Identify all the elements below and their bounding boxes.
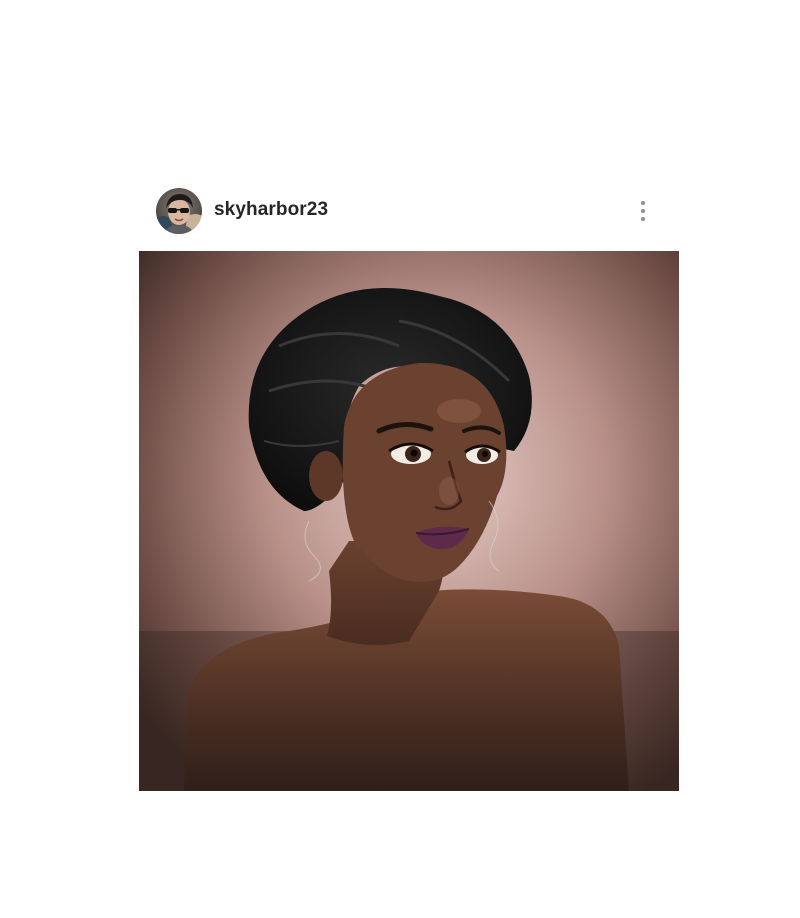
username-link[interactable]: skyharbor23 bbox=[214, 199, 328, 221]
profile-avatar[interactable] bbox=[156, 188, 202, 234]
avatar-image bbox=[156, 188, 202, 234]
post-card: skyharbor23 bbox=[139, 180, 679, 791]
more-options-button[interactable] bbox=[635, 196, 651, 226]
post-image[interactable] bbox=[139, 251, 679, 791]
page: skyharbor23 bbox=[0, 0, 800, 918]
portrait-artwork bbox=[139, 251, 679, 791]
more-dot bbox=[641, 217, 645, 221]
more-options-icon bbox=[641, 201, 645, 205]
more-dot bbox=[641, 209, 645, 213]
post-header: skyharbor23 bbox=[139, 180, 679, 242]
